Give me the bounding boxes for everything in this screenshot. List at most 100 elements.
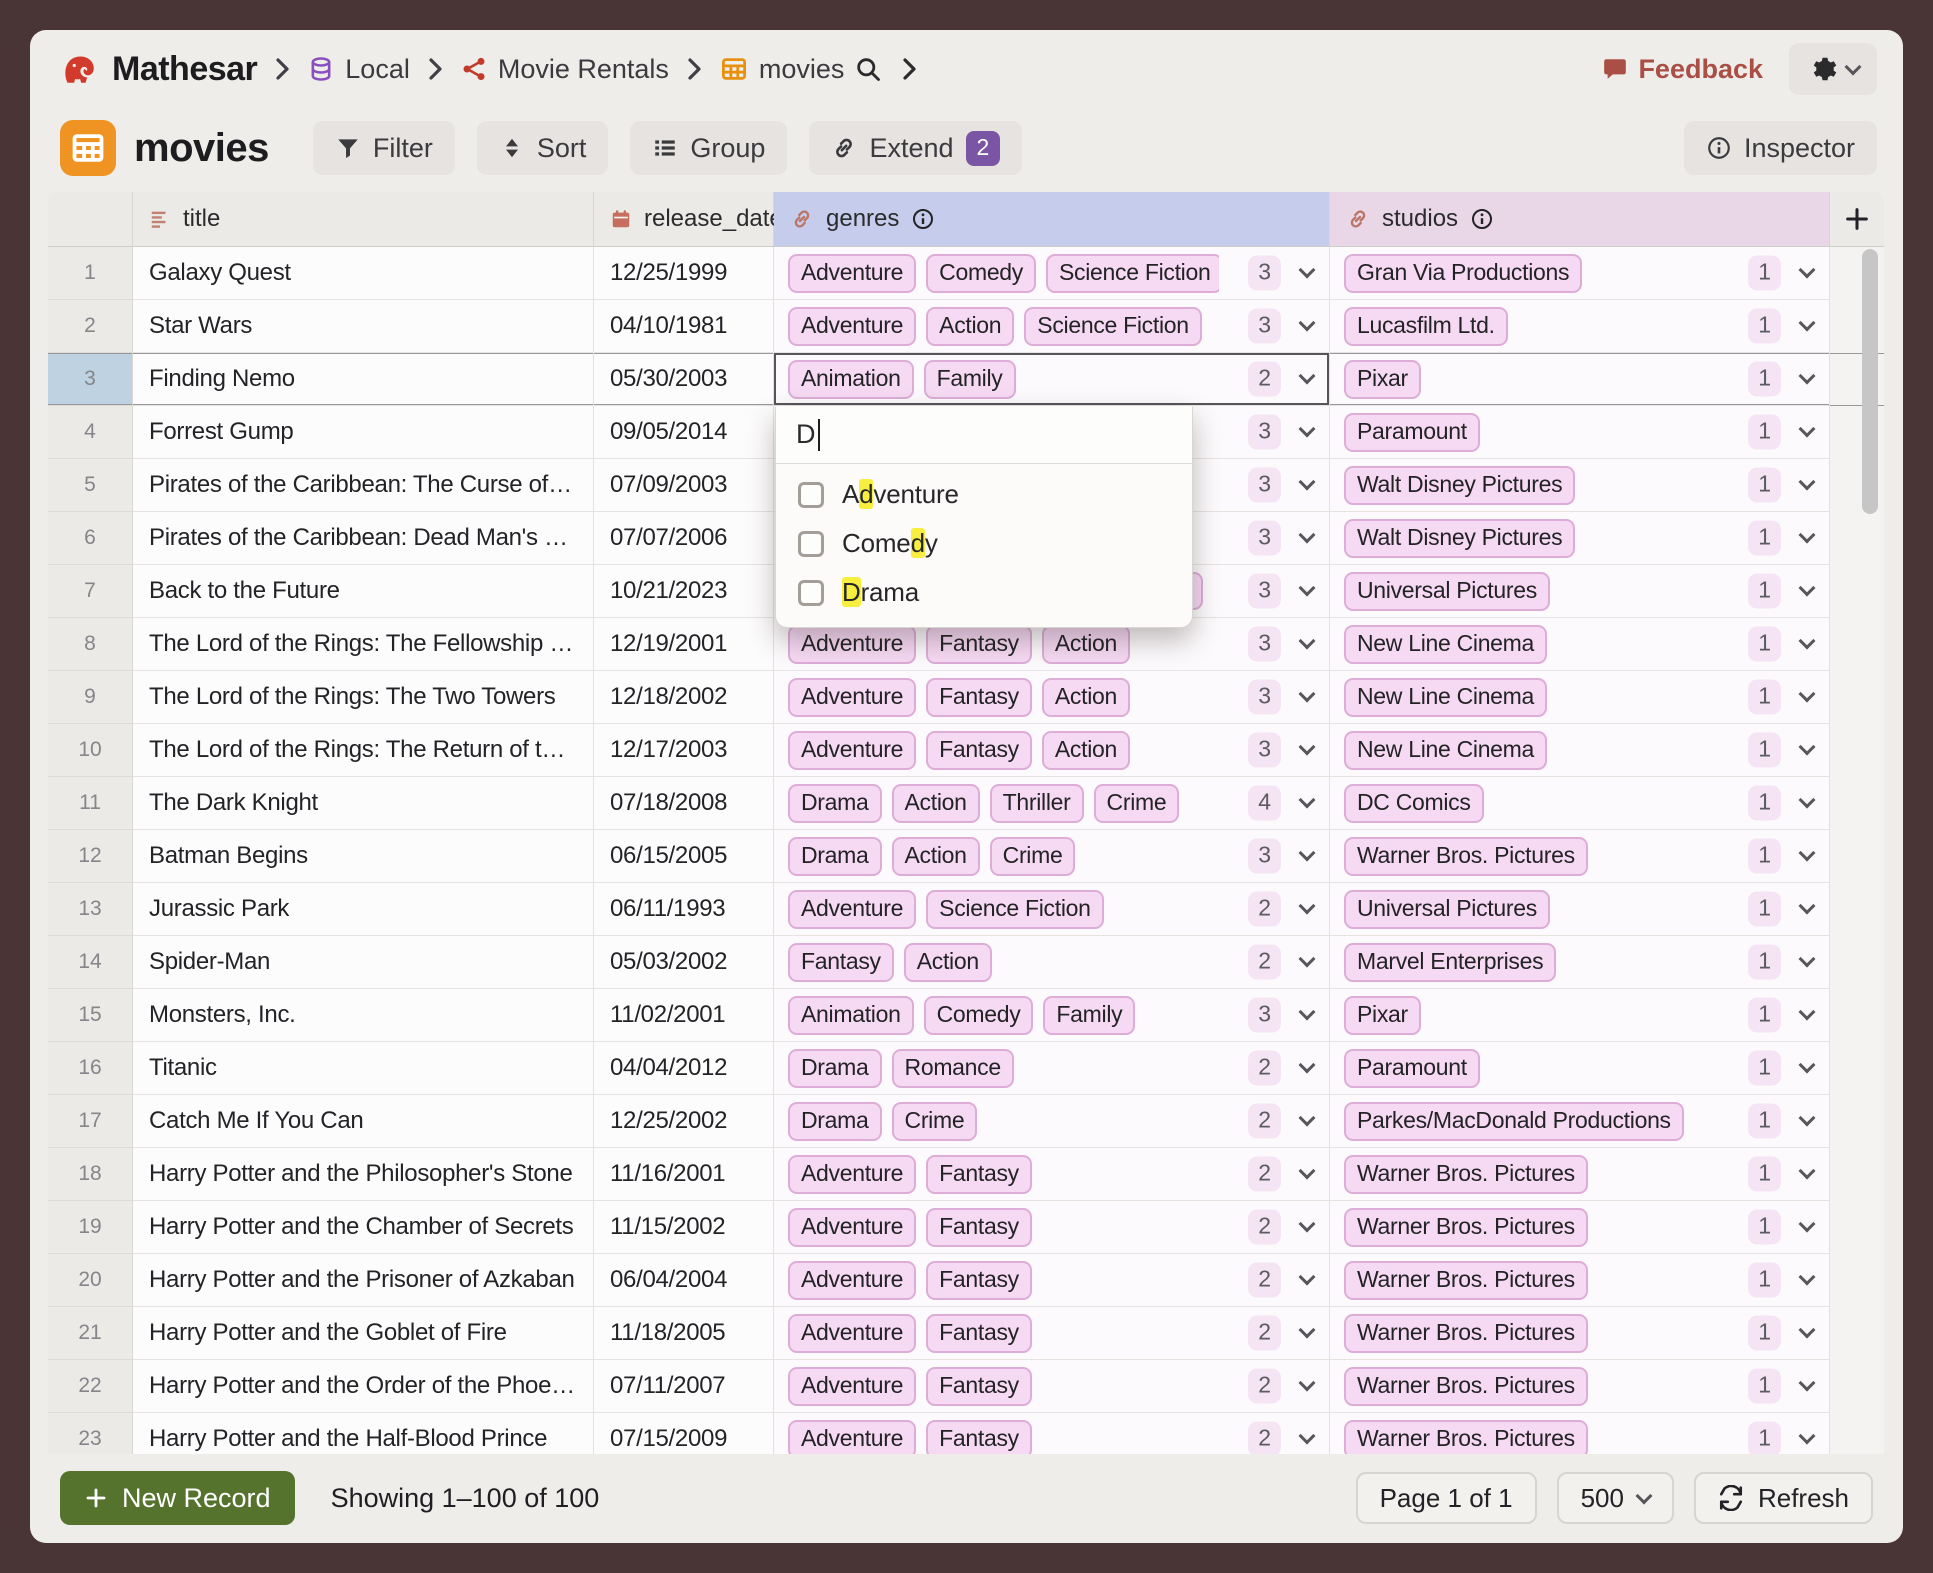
- release-date-cell[interactable]: 12/18/2002: [594, 671, 774, 724]
- chevron-down-icon[interactable]: [1799, 262, 1816, 279]
- row-number-cell[interactable]: 23: [48, 1413, 133, 1454]
- breadcrumb-expand-chevron-icon[interactable]: [898, 56, 920, 82]
- genres-cell[interactable]: AdventureScience Fiction 2: [774, 883, 1330, 936]
- studios-cell[interactable]: Paramount 1: [1330, 406, 1830, 459]
- genres-cell[interactable]: DramaActionThrillerCrime 4: [774, 777, 1330, 830]
- filter-button[interactable]: Filter: [313, 121, 455, 175]
- genres-cell[interactable]: AnimationFamily 2: [774, 353, 1330, 406]
- breadcrumb-table[interactable]: movies: [719, 54, 845, 85]
- studios-cell[interactable]: Walt Disney Pictures 1: [1330, 512, 1830, 565]
- row-number-cell[interactable]: 3: [48, 353, 133, 406]
- release-date-cell[interactable]: 07/07/2006: [594, 512, 774, 565]
- title-cell[interactable]: Harry Potter and the Half-Blood Prince: [133, 1413, 594, 1454]
- row-number-cell[interactable]: 18: [48, 1148, 133, 1201]
- add-column-button[interactable]: [1830, 192, 1884, 247]
- title-cell[interactable]: Titanic: [133, 1042, 594, 1095]
- row-number-cell[interactable]: 20: [48, 1254, 133, 1307]
- dropdown-search-input[interactable]: D: [776, 406, 1192, 464]
- studios-cell[interactable]: DC Comics 1: [1330, 777, 1830, 830]
- info-icon[interactable]: [1470, 207, 1494, 231]
- option-checkbox[interactable]: [798, 580, 824, 606]
- release-date-cell[interactable]: 12/25/2002: [594, 1095, 774, 1148]
- release-date-cell[interactable]: 07/15/2009: [594, 1413, 774, 1454]
- studios-cell[interactable]: Lucasfilm Ltd. 1: [1330, 300, 1830, 353]
- row-number-cell[interactable]: 14: [48, 936, 133, 989]
- title-cell[interactable]: Finding Nemo: [133, 353, 594, 406]
- row-number-cell[interactable]: 21: [48, 1307, 133, 1360]
- genres-cell[interactable]: AdventureFantasy 2: [774, 1360, 1330, 1413]
- release-date-cell[interactable]: 06/11/1993: [594, 883, 774, 936]
- studios-cell[interactable]: Warner Bros. Pictures 1: [1330, 1413, 1830, 1454]
- settings-button[interactable]: [1789, 43, 1877, 95]
- title-cell[interactable]: Harry Potter and the Prisoner of Azkaban: [133, 1254, 594, 1307]
- chevron-down-icon[interactable]: [1299, 686, 1316, 703]
- studios-cell[interactable]: Warner Bros. Pictures 1: [1330, 1254, 1830, 1307]
- row-number-cell[interactable]: 7: [48, 565, 133, 618]
- chevron-down-icon[interactable]: [1299, 1269, 1316, 1286]
- brand[interactable]: Mathesar: [60, 49, 257, 89]
- chevron-down-icon[interactable]: [1299, 898, 1316, 915]
- title-cell[interactable]: The Lord of the Rings: The Fellowship of…: [133, 618, 594, 671]
- release-date-cell[interactable]: 11/15/2002: [594, 1201, 774, 1254]
- title-cell[interactable]: Harry Potter and the Philosopher's Stone: [133, 1148, 594, 1201]
- column-header-studios[interactable]: studios: [1330, 192, 1830, 247]
- chevron-down-icon[interactable]: [1799, 845, 1816, 862]
- genres-cell[interactable]: AdventureFantasy 2: [774, 1254, 1330, 1307]
- title-cell[interactable]: The Lord of the Rings: The Two Towers: [133, 671, 594, 724]
- chevron-down-icon[interactable]: [1299, 951, 1316, 968]
- row-number-cell[interactable]: 8: [48, 618, 133, 671]
- release-date-cell[interactable]: 05/30/2003: [594, 353, 774, 406]
- genres-cell[interactable]: FantasyAction 2: [774, 936, 1330, 989]
- title-cell[interactable]: Pirates of the Caribbean: The Curse of t…: [133, 459, 594, 512]
- title-cell[interactable]: Jurassic Park: [133, 883, 594, 936]
- genres-cell[interactable]: AnimationComedyFamily 3: [774, 989, 1330, 1042]
- release-date-cell[interactable]: 06/15/2005: [594, 830, 774, 883]
- studios-cell[interactable]: New Line Cinema 1: [1330, 671, 1830, 724]
- genres-cell[interactable]: DramaActionCrime 3: [774, 830, 1330, 883]
- chevron-down-icon[interactable]: [1299, 1110, 1316, 1127]
- chevron-down-icon[interactable]: [1299, 1375, 1316, 1392]
- info-icon[interactable]: [911, 207, 935, 231]
- row-number-cell[interactable]: 16: [48, 1042, 133, 1095]
- row-number-cell[interactable]: 4: [48, 406, 133, 459]
- row-number-cell[interactable]: 11: [48, 777, 133, 830]
- chevron-down-icon[interactable]: [1299, 845, 1316, 862]
- breadcrumb-schema[interactable]: Movie Rentals: [460, 54, 669, 85]
- column-header-release-date[interactable]: release_date: [594, 192, 774, 247]
- studios-cell[interactable]: Marvel Enterprises 1: [1330, 936, 1830, 989]
- release-date-cell[interactable]: 04/04/2012: [594, 1042, 774, 1095]
- dropdown-option[interactable]: Comedy: [776, 519, 1192, 568]
- studios-cell[interactable]: New Line Cinema 1: [1330, 724, 1830, 777]
- row-number-cell[interactable]: 12: [48, 830, 133, 883]
- chevron-down-icon[interactable]: [1299, 580, 1316, 597]
- chevron-down-icon[interactable]: [1799, 1375, 1816, 1392]
- row-number-cell[interactable]: 10: [48, 724, 133, 777]
- chevron-down-icon[interactable]: [1799, 1110, 1816, 1127]
- row-number-cell[interactable]: 1: [48, 247, 133, 300]
- release-date-cell[interactable]: 12/19/2001: [594, 618, 774, 671]
- title-cell[interactable]: Catch Me If You Can: [133, 1095, 594, 1148]
- sort-button[interactable]: Sort: [477, 121, 609, 175]
- genres-cell[interactable]: AdventureActionScience Fiction 3: [774, 300, 1330, 353]
- chevron-down-icon[interactable]: [1799, 739, 1816, 756]
- chevron-down-icon[interactable]: [1299, 1057, 1316, 1074]
- title-cell[interactable]: Galaxy Quest: [133, 247, 594, 300]
- page-size-select[interactable]: 500: [1557, 1472, 1674, 1524]
- chevron-down-icon[interactable]: [1299, 1322, 1316, 1339]
- pagination-button[interactable]: Page 1 of 1: [1356, 1472, 1537, 1524]
- chevron-down-icon[interactable]: [1299, 368, 1316, 385]
- title-cell[interactable]: Monsters, Inc.: [133, 989, 594, 1042]
- chevron-down-icon[interactable]: [1799, 474, 1816, 491]
- studios-cell[interactable]: Gran Via Productions 1: [1330, 247, 1830, 300]
- release-date-cell[interactable]: 07/09/2003: [594, 459, 774, 512]
- inspector-button[interactable]: Inspector: [1684, 121, 1877, 175]
- title-cell[interactable]: Star Wars: [133, 300, 594, 353]
- release-date-cell[interactable]: 10/21/2023: [594, 565, 774, 618]
- row-number-cell[interactable]: 15: [48, 989, 133, 1042]
- vertical-scrollbar-thumb[interactable]: [1862, 249, 1878, 514]
- title-cell[interactable]: Harry Potter and the Order of the Phoeni…: [133, 1360, 594, 1413]
- genres-cell[interactable]: AdventureComedyScience Fiction 3: [774, 247, 1330, 300]
- release-date-cell[interactable]: 09/05/2014: [594, 406, 774, 459]
- release-date-cell[interactable]: 12/25/1999: [594, 247, 774, 300]
- studios-cell[interactable]: Pixar 1: [1330, 989, 1830, 1042]
